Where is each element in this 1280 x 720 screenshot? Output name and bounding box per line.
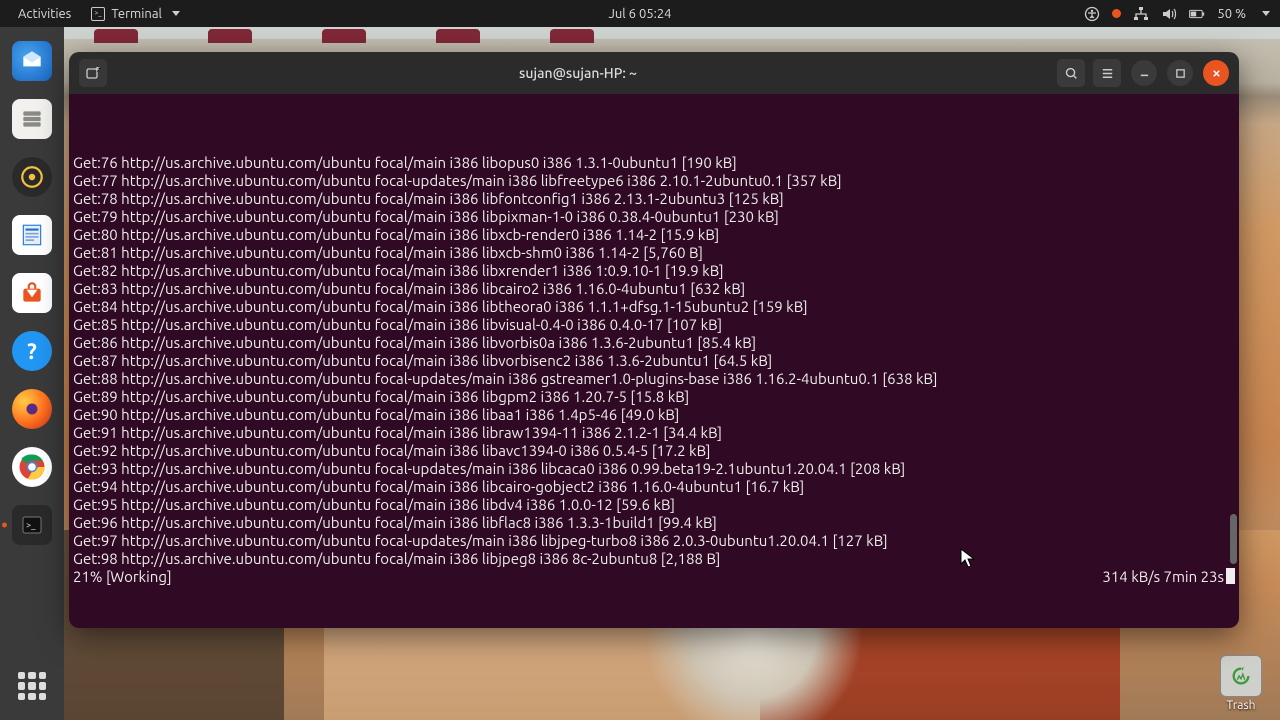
terminal-line: Get:85 http://us.archive.ubuntu.com/ubun… — [73, 316, 1235, 334]
dock-app-software[interactable] — [12, 273, 52, 313]
folder-icon[interactable] — [550, 29, 594, 43]
hamburger-menu-button[interactable] — [1093, 59, 1121, 87]
battery-icon[interactable] — [1189, 6, 1205, 22]
terminal-line: Get:95 http://us.archive.ubuntu.com/ubun… — [73, 496, 1235, 514]
svg-text:>_: >_ — [26, 520, 36, 530]
terminal-titlebar[interactable]: sujan@sujan-HP: ~ — [69, 52, 1239, 94]
maximize-button[interactable] — [1167, 60, 1193, 86]
terminal-line: Get:77 http://us.archive.ubuntu.com/ubun… — [73, 172, 1235, 190]
battery-percent: 50 % — [1217, 7, 1246, 21]
network-wired-icon[interactable] — [1133, 6, 1149, 22]
terminal-line: Get:90 http://us.archive.ubuntu.com/ubun… — [73, 406, 1235, 424]
terminal-line: Get:82 http://us.archive.ubuntu.com/ubun… — [73, 262, 1235, 280]
chevron-down-icon — [172, 11, 180, 16]
trash-icon — [1220, 655, 1262, 697]
terminal-body[interactable]: Get:76 http://us.archive.ubuntu.com/ubun… — [69, 94, 1239, 628]
folder-icon[interactable] — [322, 29, 366, 43]
terminal-line: Get:96 http://us.archive.ubuntu.com/ubun… — [73, 514, 1235, 532]
terminal-line: Get:98 http://us.archive.ubuntu.com/ubun… — [73, 550, 1235, 568]
clock[interactable]: Jul 6 05:24 — [608, 7, 671, 21]
show-applications-button[interactable] — [12, 666, 52, 706]
terminal-line: Get:88 http://us.archive.ubuntu.com/ubun… — [73, 370, 1235, 388]
dock-app-terminal[interactable]: >_ — [12, 505, 52, 545]
app-menu-label: Terminal — [111, 7, 162, 21]
scrollbar-thumb[interactable] — [1230, 514, 1237, 564]
desktop-folder-row — [94, 29, 594, 43]
trash[interactable]: Trash — [1220, 655, 1262, 712]
folder-icon[interactable] — [208, 29, 252, 43]
dock: ? >_ — [0, 27, 64, 720]
terminal-line: Get:81 http://us.archive.ubuntu.com/ubun… — [73, 244, 1235, 262]
trash-label: Trash — [1220, 699, 1262, 712]
app-menu-terminal[interactable]: Terminal — [81, 3, 190, 25]
dock-app-chrome[interactable] — [12, 447, 52, 487]
terminal-line: Get:91 http://us.archive.ubuntu.com/ubun… — [73, 424, 1235, 442]
terminal-line: Get:84 http://us.archive.ubuntu.com/ubun… — [73, 298, 1235, 316]
update-available-icon[interactable] — [1112, 9, 1121, 18]
terminal-line: Get:97 http://us.archive.ubuntu.com/ubun… — [73, 532, 1235, 550]
system-menu-chevron-icon[interactable] — [1262, 11, 1270, 16]
gnome-topbar: Activities Terminal Jul 6 05:24 50 % — [0, 0, 1280, 27]
terminal-window: sujan@sujan-HP: ~ Get:76 http://us.archi… — [69, 52, 1239, 628]
terminal-line: Get:80 http://us.archive.ubuntu.com/ubun… — [73, 226, 1235, 244]
terminal-line: Get:94 http://us.archive.ubuntu.com/ubun… — [73, 478, 1235, 496]
folder-icon[interactable] — [436, 29, 480, 43]
folder-icon[interactable] — [94, 29, 138, 43]
dock-app-help[interactable]: ? — [12, 331, 52, 371]
dock-app-firefox[interactable] — [12, 389, 52, 429]
new-tab-button[interactable] — [79, 59, 107, 87]
terminal-line: Get:76 http://us.archive.ubuntu.com/ubun… — [73, 154, 1235, 172]
dock-app-rhythmbox[interactable] — [12, 157, 52, 197]
dock-app-files[interactable] — [12, 99, 52, 139]
terminal-line: Get:89 http://us.archive.ubuntu.com/ubun… — [73, 388, 1235, 406]
search-button[interactable] — [1057, 59, 1085, 87]
activities-button[interactable]: Activities — [8, 3, 81, 25]
terminal-line: Get:79 http://us.archive.ubuntu.com/ubun… — [73, 208, 1235, 226]
minimize-button[interactable] — [1131, 60, 1157, 86]
volume-icon[interactable] — [1161, 6, 1177, 22]
dock-app-libreoffice-writer[interactable] — [12, 215, 52, 255]
terminal-icon — [91, 7, 105, 21]
terminal-line: Get:78 http://us.archive.ubuntu.com/ubun… — [73, 190, 1235, 208]
dock-app-thunderbird[interactable] — [12, 41, 52, 81]
accessibility-icon[interactable] — [1084, 6, 1100, 22]
terminal-status-line: 21% [Working]314 kB/s 7min 23s — [73, 568, 1235, 586]
terminal-line: Get:87 http://us.archive.ubuntu.com/ubun… — [73, 352, 1235, 370]
cursor-icon — [960, 548, 976, 574]
terminal-line: Get:93 http://us.archive.ubuntu.com/ubun… — [73, 460, 1235, 478]
terminal-line: Get:83 http://us.archive.ubuntu.com/ubun… — [73, 280, 1235, 298]
terminal-title: sujan@sujan-HP: ~ — [107, 65, 1049, 81]
terminal-line: Get:86 http://us.archive.ubuntu.com/ubun… — [73, 334, 1235, 352]
close-button[interactable] — [1203, 60, 1229, 86]
terminal-line: Get:92 http://us.archive.ubuntu.com/ubun… — [73, 442, 1235, 460]
